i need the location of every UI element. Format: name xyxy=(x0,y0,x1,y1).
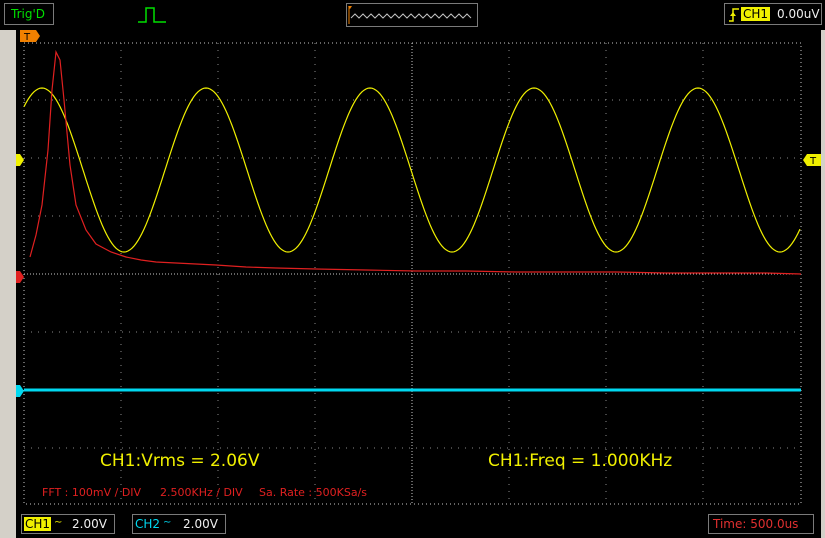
vrms-measurement: CH1:Vrms = 2.06V xyxy=(100,451,260,471)
waveform-display[interactable]: T 1 M 2 T CH1:Vrms = 2.06V CH1:Freq = 1.… xyxy=(16,30,821,510)
trigger-level-value: 0.00uV xyxy=(777,7,820,21)
ch2-scale-box[interactable]: CH2 ∼ 2.00V xyxy=(132,514,226,534)
ch1-marker[interactable]: 1 xyxy=(16,154,24,167)
timebase-box[interactable]: Time: 500.0us xyxy=(708,514,814,534)
pulse-icon xyxy=(138,7,166,23)
trigger-status-box: Trig'D xyxy=(4,3,54,25)
waveform-overview[interactable] xyxy=(346,3,478,27)
fft-math-trace xyxy=(29,49,802,275)
ch1-scale-label: CH1 xyxy=(24,517,52,531)
bottom-status-bar: CH1 ∼ 2.00V CH2 ∼ 2.00V Time: 500.0us xyxy=(16,510,821,538)
scope-display-frame: T 1 M 2 T CH1:Vrms = 2.06V CH1:Freq = 1.… xyxy=(16,30,821,510)
overview-wave-icon xyxy=(348,6,472,24)
trigger-channel-label: CH1 xyxy=(741,7,771,21)
trigger-level-marker-label: T xyxy=(809,156,817,167)
rising-edge-icon xyxy=(729,8,739,22)
fft-scale: FFT : 100mV / DIV xyxy=(42,486,142,499)
timebase-value: Time: 500.0us xyxy=(713,517,799,531)
fft-sample-rate: Sa. Rate : 500KSa/s xyxy=(259,486,367,499)
trigger-status-label: Trig'D xyxy=(11,7,45,21)
freq-measurement: CH1:Freq = 1.000KHz xyxy=(488,451,672,471)
ch2-marker[interactable]: 2 xyxy=(16,385,24,398)
time-marker-label: T xyxy=(23,32,31,43)
trigger-info-box: CH1 0.00uV xyxy=(724,3,822,25)
ch1-volts-div: 2.00V xyxy=(72,517,107,531)
ch1-scale-box[interactable]: CH1 ∼ 2.00V xyxy=(21,514,115,534)
math-marker[interactable]: M xyxy=(16,271,24,284)
top-status-bar: Trig'D CH1 0.00uV xyxy=(0,0,825,30)
fft-freq-div: 2.500KHz / DIV xyxy=(160,486,243,499)
trigger-level-marker[interactable]: T xyxy=(803,154,821,167)
ch2-scale-label: CH2 xyxy=(135,517,161,531)
ch2-volts-div: 2.00V xyxy=(183,517,218,531)
time-marker[interactable]: T xyxy=(20,30,40,43)
ch1-coupling-icon: ∼ xyxy=(54,517,63,528)
ch2-coupling-icon: ∼ xyxy=(163,517,172,528)
